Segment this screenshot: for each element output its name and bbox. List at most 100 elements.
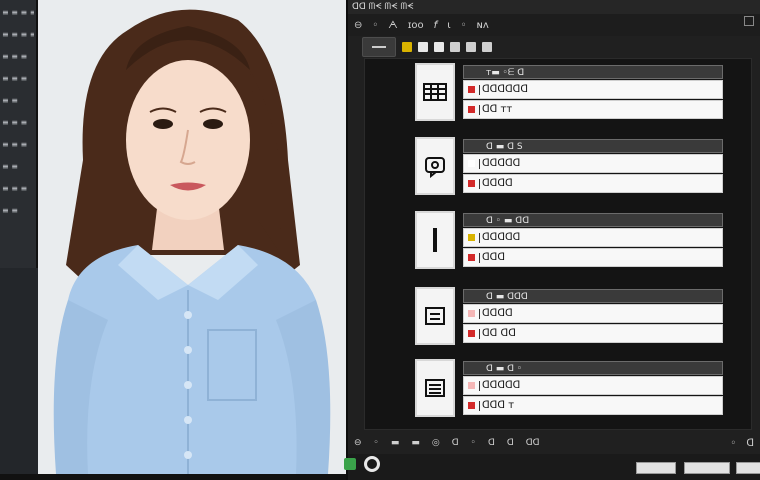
toolbar-icon[interactable] — [482, 42, 492, 52]
card-row[interactable]: ᗡᗡᗡᗡᗡ — [463, 228, 723, 247]
list-icon[interactable] — [415, 359, 455, 417]
status-icon[interactable]: ᗡᗡ — [526, 438, 540, 448]
list-card[interactable]: ᗡ ◦ ▬ ᗡᗡ ᗡᗡᗡᗡᗡ ᗡᗡᗡ — [365, 209, 753, 275]
taskbar — [0, 474, 346, 480]
status-icon[interactable]: ◦ — [374, 438, 379, 448]
chat-icon[interactable] — [415, 137, 455, 195]
status-icon[interactable]: ◦ — [471, 438, 476, 448]
color-marker-icon — [468, 310, 475, 317]
toolbar-button[interactable]: ◦ — [372, 20, 378, 31]
divider — [479, 233, 480, 243]
card-row[interactable]: ᗡᗡᗡᗡ — [463, 304, 723, 323]
list-card[interactable]: ᗡ ▬ ᗡ ◦ ᗡᗡᗡᗡᗡ ᗡᗡᗡ ᴛ — [365, 357, 753, 423]
sidebar-item[interactable]: ≡ ≡ — [2, 92, 34, 110]
sidebar-item[interactable]: ≡ ≡ — [2, 202, 34, 220]
card-row[interactable]: ᗡᗡᗡᗡ — [463, 174, 723, 193]
doc-icon[interactable] — [415, 287, 455, 345]
status-icon[interactable]: ◎ — [432, 438, 440, 448]
grid-icon[interactable] — [415, 63, 455, 121]
card-row[interactable]: ᗡᗡᗡᗡᗡ — [463, 376, 723, 395]
app-launcher-icon[interactable] — [364, 456, 380, 472]
list-card[interactable]: ᗡ ▬ ᗡ S ᗡᗡᗡᗡᗡ ᗡᗡᗡᗡ — [365, 135, 753, 201]
window-title: ᗡᗡ ᗰᗕ ᗰᗕ ᗰᗕ — [348, 0, 760, 14]
card-row-text: ᗡᗡᗡᗡᗡ — [482, 232, 521, 243]
card-list-panel: ᴛ▬ ◦ᗴ ᗡ ᗡᗡᗡᗡᗡᗡ ᗡᗡ ᴛᴛ ᗡ ▬ ᗡ S ᗡᗡᗡᗡᗡ ᗡᗡᗡᗡ ᗡ ◦ ▬ … — [364, 58, 752, 430]
sidebar-item[interactable]: ≡ ≡ ≡ — [2, 136, 34, 154]
sidebar-item[interactable]: ≡ ≡ ≡ — [2, 48, 34, 66]
tool-tab-line-icon — [372, 46, 386, 48]
toolbar-button[interactable]: ɩ — [447, 20, 450, 31]
bar-icon[interactable] — [415, 211, 455, 269]
card-row-text: ᗡᗡᗡᗡ — [482, 178, 513, 189]
sidebar-item[interactable]: ≡ ≡ ≡ — [2, 70, 34, 88]
sidebar-item[interactable]: ≡ ≡ — [2, 158, 34, 176]
action-button-1[interactable] — [636, 462, 676, 474]
card-row-text: ᗡᗡ ᗡᗡ — [482, 328, 516, 339]
sidebar-item[interactable]: ≡ ≡ ≡ ≡ — [2, 26, 34, 44]
divider — [479, 105, 480, 115]
card-row[interactable]: ᗡᗡᗡᗡᗡ — [463, 154, 723, 173]
tool-tab-active[interactable] — [362, 37, 396, 57]
color-marker-icon — [468, 86, 475, 93]
status-icon[interactable]: ᗡ — [452, 438, 459, 448]
toolbar-button[interactable]: ɴᴧ — [477, 20, 489, 31]
color-marker-icon — [468, 160, 475, 167]
sidebar-item[interactable]: ≡ ≡ ≡ — [2, 180, 34, 198]
toolbar-button[interactable]: ɪᴏᴏ — [408, 20, 424, 31]
card-row-text: ᗡᗡ ᴛᴛ — [482, 104, 513, 115]
card-row-text: ᗡᗡᗡ ᴛ — [482, 400, 515, 411]
divider — [479, 329, 480, 339]
window-restore-icon[interactable] — [744, 16, 754, 26]
card-header: ᗡ ▬ ᗡᗡᗡ — [463, 289, 723, 303]
list-card[interactable]: ᴛ▬ ◦ᗴ ᗡ ᗡᗡᗡᗡᗡᗡ ᗡᗡ ᴛᴛ — [365, 61, 753, 127]
status-icon[interactable]: ▬ — [391, 438, 400, 448]
secondary-toolbar — [362, 36, 760, 58]
sidebar-item[interactable]: ≡ ≡ ≡ ≡ — [2, 4, 34, 22]
card-row-text: ᗡᗡᗡᗡᗡ — [482, 158, 521, 169]
divider — [479, 179, 480, 189]
bottom-action-bar — [348, 454, 760, 480]
card-row-text: ᗡᗡᗡᗡ — [482, 308, 513, 319]
divider — [479, 309, 480, 319]
toolbar-icon[interactable] — [466, 42, 476, 52]
status-icon[interactable]: ▬ — [411, 438, 420, 448]
divider — [479, 253, 480, 263]
status-bar-right: ◦ ᗡ — [730, 432, 754, 454]
action-button-3[interactable] — [736, 462, 760, 474]
sidebar-item[interactable]: ≡ ≡ ≡ — [2, 114, 34, 132]
color-marker-icon — [468, 330, 475, 337]
divider — [479, 85, 480, 95]
card-row-text: ᗡᗡᗡᗡᗡᗡ — [482, 84, 529, 95]
toolbar-button[interactable]: ᗅ — [388, 20, 397, 31]
toolbar-button[interactable]: ◦ — [461, 20, 467, 31]
left-sidebar: ≡ ≡ ≡ ≡ ≡ ≡ ≡ ≡ ≡ ≡ ≡ ≡ ≡ ≡ ≡ ≡ ≡ ≡ ≡ ≡ ≡ ≡ ≡ ≡… — [0, 0, 38, 268]
card-row[interactable]: ᗡᗡ ᗡᗡ — [463, 324, 723, 343]
card-row-text: ᗡᗡᗡ — [482, 252, 506, 263]
card-header: ᗡ ▬ ᗡ ◦ — [463, 361, 723, 375]
status-icon[interactable]: ᗡ — [488, 438, 495, 448]
status-icon-right[interactable]: ᗡ — [746, 438, 754, 449]
card-row[interactable]: ᗡᗡ ᴛᴛ — [463, 100, 723, 119]
card-row[interactable]: ᗡᗡᗡ ᴛ — [463, 396, 723, 415]
status-icon-right[interactable]: ◦ — [730, 438, 736, 449]
list-card[interactable]: ᗡ ▬ ᗡᗡᗡ ᗡᗡᗡᗡ ᗡᗡ ᗡᗡ — [365, 285, 753, 351]
status-icon[interactable]: ⊖ — [354, 438, 362, 448]
divider — [479, 401, 480, 411]
status-bar: ⊖ ◦ ▬ ▬ ◎ ᗡ ◦ ᗡ ᗡ ᗡᗡ — [348, 432, 760, 454]
action-button-2[interactable] — [684, 462, 730, 474]
toolbar-icon[interactable] — [402, 42, 412, 52]
card-row[interactable]: ᗡᗡᗡᗡᗡᗡ — [463, 80, 723, 99]
left-sidebar-empty — [0, 268, 38, 480]
windows-start-icon[interactable] — [344, 458, 356, 470]
color-marker-icon — [468, 180, 475, 187]
toolbar-button[interactable]: ⊖ — [354, 20, 362, 31]
taskbar-icons — [344, 456, 380, 472]
toolbar-icon[interactable] — [434, 42, 444, 52]
color-marker-icon — [468, 106, 475, 113]
divider — [479, 159, 480, 169]
toolbar-icon[interactable] — [450, 42, 460, 52]
card-row[interactable]: ᗡᗡᗡ — [463, 248, 723, 267]
toolbar-icon[interactable] — [418, 42, 428, 52]
status-icon[interactable]: ᗡ — [507, 438, 514, 448]
toolbar-button[interactable]: 𝘧 — [434, 20, 438, 31]
